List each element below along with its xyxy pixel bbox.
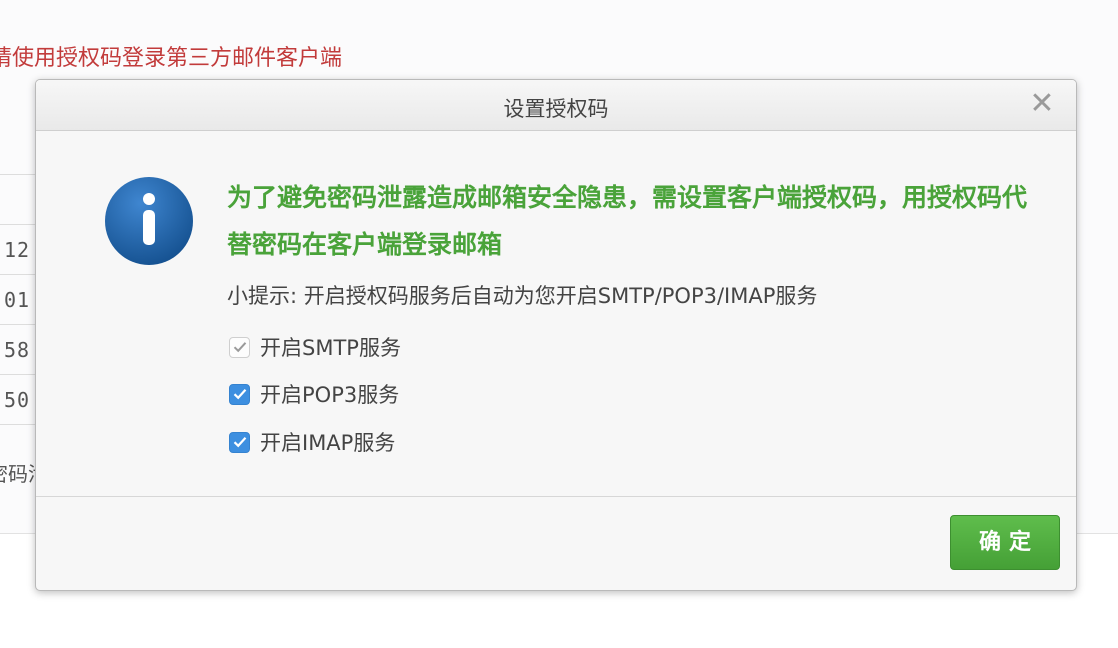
- checkmark-icon: [233, 437, 246, 448]
- pop3-checkbox[interactable]: [229, 383, 250, 405]
- background-notice-text: 请使用授权码登录第三方邮件客户端: [0, 46, 343, 71]
- dialog-headline: 为了避免密码泄露造成邮箱安全隐患，需设置客户端授权码，用授权码代替密码在客户端登…: [227, 183, 1028, 259]
- dialog-title: 设置授权码: [503, 97, 609, 121]
- imap-option-label: 开启IMAP服务: [260, 431, 396, 455]
- smtp-option-label: 开启SMTP服务: [260, 336, 401, 360]
- table-cell: 50: [4, 388, 31, 412]
- table-cell: 01: [4, 288, 31, 312]
- checkmark-icon: [233, 389, 246, 400]
- pop3-option-label: 开启POP3服务: [260, 383, 400, 407]
- table-cell: 12: [4, 238, 31, 262]
- pop3-service-option[interactable]: 开启POP3服务: [229, 381, 399, 407]
- smtp-service-option[interactable]: 开启SMTP服务: [229, 334, 401, 360]
- imap-checkbox[interactable]: [229, 431, 250, 453]
- dialog-header: 设置授权码 ✕: [36, 80, 1076, 131]
- close-icon[interactable]: ✕: [1028, 89, 1056, 119]
- table-cell: 58: [4, 338, 31, 362]
- authorization-code-dialog: 设置授权码 ✕ 为了避免密码泄露造成邮箱安全隐患，需设置客户端授权码，用授权码代…: [35, 79, 1077, 591]
- dialog-footer-divider: [36, 496, 1076, 497]
- checkmark-icon: [233, 342, 246, 353]
- dialog-tip: 小提示: 开启授权码服务后自动为您开启SMTP/POP3/IMAP服务: [227, 284, 818, 308]
- imap-service-option[interactable]: 开启IMAP服务: [229, 429, 395, 455]
- info-icon: [104, 176, 194, 266]
- smtp-checkbox[interactable]: [229, 336, 250, 358]
- confirm-button[interactable]: 确定: [950, 515, 1060, 570]
